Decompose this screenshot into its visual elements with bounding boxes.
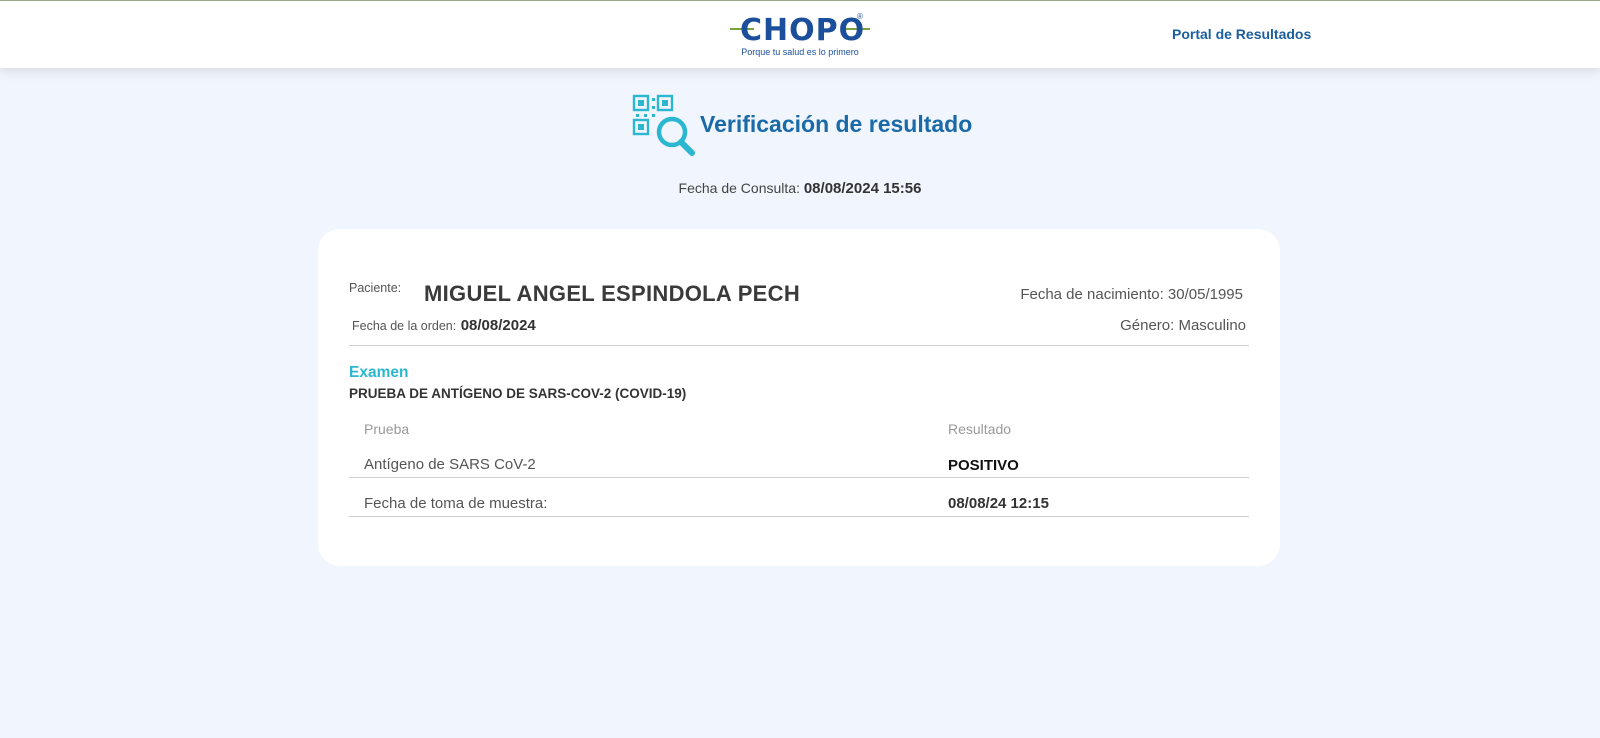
logo-wordmark: CHOPO: [740, 13, 866, 48]
page-title: Verificación de resultado: [700, 111, 973, 137]
patient-label: Paciente:: [349, 281, 402, 295]
birth-date-field: Fecha de nacimiento: 30/05/1995: [1020, 286, 1243, 303]
sample-date-value: 08/08/24 12:15: [948, 495, 1049, 512]
gender-value: Masculino: [1178, 317, 1246, 334]
logo-tagline: Porque tu salud es lo primero: [741, 47, 859, 57]
column-header-test: Prueba: [364, 421, 410, 437]
divider: [349, 345, 1249, 346]
order-date-label: Fecha de la orden:: [352, 319, 457, 333]
row-divider: [349, 516, 1249, 517]
gender-label: Género:: [1120, 317, 1175, 334]
birth-date-label: Fecha de nacimiento:: [1020, 286, 1164, 303]
gender-field: Género: Masculino: [1120, 317, 1246, 334]
consulta-label: Fecha de Consulta:: [678, 180, 800, 196]
qr-search-icon: [632, 94, 695, 156]
patient-name: MIGUEL ANGEL ESPINDOLA PECH: [424, 281, 801, 306]
row-result-value: POSITIVO: [948, 457, 1019, 474]
row-divider: [349, 477, 1249, 478]
exam-section-label: Examen: [349, 364, 409, 381]
chopo-logo[interactable]: CHOPO ® Porque tu salud es lo primero: [730, 9, 870, 61]
birth-date-value: 30/05/1995: [1167, 286, 1243, 303]
top-header: CHOPO ® Porque tu salud es lo primero Po…: [0, 0, 1600, 68]
result-card: Paciente: MIGUEL ANGEL ESPINDOLA PECH Fe…: [318, 229, 1280, 566]
row-test-name: Antígeno de SARS CoV-2: [364, 456, 536, 473]
column-header-result: Resultado: [948, 421, 1012, 437]
exam-name: PRUEBA DE ANTÍGENO DE SARS-COV-2 (COVID-…: [349, 386, 687, 401]
order-date-field: Fecha de la orden: 08/08/2024: [352, 317, 536, 335]
order-date-value: 08/08/2024: [460, 317, 536, 334]
consulta-value: 08/08/2024 15:56: [803, 180, 922, 197]
logo-registered-mark: ®: [857, 12, 863, 21]
sample-date-label: Fecha de toma de muestra:: [364, 495, 548, 512]
consulta-date-line: Fecha de Consulta: 08/08/2024 15:56: [0, 180, 1600, 197]
portal-resultados-link[interactable]: Portal de Resultados: [1172, 26, 1311, 42]
